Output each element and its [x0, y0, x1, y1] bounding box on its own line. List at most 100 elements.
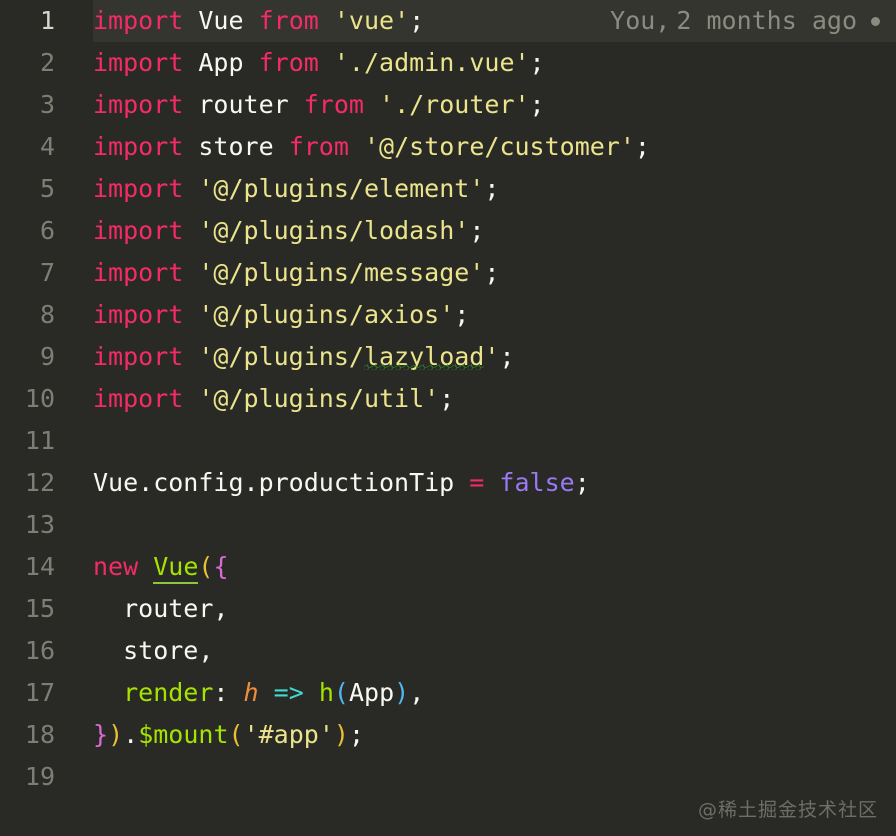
token-identifier: Vue — [198, 6, 244, 35]
code-line[interactable]: 10 import '@/plugins/util'; — [0, 378, 896, 420]
token-class-vue[interactable]: Vue — [153, 552, 199, 584]
line-content[interactable]: router, — [93, 588, 896, 630]
line-number[interactable]: 10 — [0, 378, 93, 420]
line-number[interactable]: 5 — [0, 168, 93, 210]
code-line[interactable]: 14 new Vue({ — [0, 546, 896, 588]
line-number[interactable]: 12 — [0, 462, 93, 504]
code-line[interactable]: 13 — [0, 504, 896, 546]
line-content[interactable]: Vue.config.productionTip = false; — [93, 462, 896, 504]
token-keyword-import: import — [93, 48, 184, 77]
code-line[interactable]: 15 router, — [0, 588, 896, 630]
line-number[interactable]: 2 — [0, 42, 93, 84]
line-number[interactable]: 17 — [0, 672, 93, 714]
code-lines-container: 1 import Vue from 'vue'; You, 2 months a… — [0, 0, 896, 836]
code-tokens: Vue.config.productionTip = false; — [93, 462, 590, 504]
token-constant-false: false — [499, 468, 575, 497]
line-number[interactable]: 3 — [0, 84, 93, 126]
code-tokens: import '@/plugins/lodash'; — [93, 210, 484, 252]
token-semicolon: ; — [484, 258, 500, 287]
code-line[interactable]: 3 import router from './router'; — [0, 84, 896, 126]
token-string: '@/plugins/axios' — [198, 300, 455, 329]
token-member-expression: Vue.config.productionTip — [93, 468, 455, 497]
line-number[interactable]: 7 — [0, 252, 93, 294]
line-number[interactable]: 1 — [0, 0, 93, 42]
line-number[interactable]: 18 — [0, 714, 93, 756]
line-content[interactable]: import router from './router'; — [93, 84, 896, 126]
line-content[interactable]: import '@/plugins/element'; — [93, 168, 896, 210]
code-line[interactable]: 12 Vue.config.productionTip = false; — [0, 462, 896, 504]
line-content[interactable] — [93, 420, 896, 462]
code-line[interactable]: 1 import Vue from 'vue'; You, 2 months a… — [0, 0, 896, 42]
line-number[interactable]: 9 — [0, 336, 93, 378]
token-property-store: store, — [93, 636, 214, 665]
watermark: @稀土掘金技术社区 — [697, 799, 878, 821]
token-semicolon: ; — [454, 300, 470, 329]
line-content[interactable]: import Vue from 'vue'; You, 2 months ago… — [93, 0, 896, 42]
code-line[interactable]: 4 import store from '@/store/customer'; — [0, 126, 896, 168]
line-number[interactable]: 14 — [0, 546, 93, 588]
line-number[interactable]: 15 — [0, 588, 93, 630]
line-content[interactable]: render: h => h(App), — [93, 672, 896, 714]
line-content[interactable]: import '@/plugins/lazyload'; — [93, 336, 896, 378]
token-string-prefix: '@/plugins/ — [198, 342, 364, 371]
code-line[interactable]: 18 }).$mount('#app'); — [0, 714, 896, 756]
line-number[interactable]: 11 — [0, 420, 93, 462]
token-string: '@/plugins/element' — [198, 174, 485, 203]
line-number[interactable]: 16 — [0, 630, 93, 672]
line-content[interactable]: }).$mount('#app'); — [93, 714, 896, 756]
token-string: 'vue' — [333, 6, 410, 35]
code-line[interactable]: 19 — [0, 756, 896, 798]
code-line[interactable]: 17 render: h => h(App), — [0, 672, 896, 714]
token-property-render: render — [93, 678, 214, 707]
token-string: '@/plugins/message' — [198, 258, 485, 287]
line-number[interactable]: 6 — [0, 210, 93, 252]
code-tokens: import Vue from 'vue'; — [93, 0, 424, 42]
line-content[interactable] — [93, 504, 896, 546]
code-line[interactable]: 9 import '@/plugins/lazyload'; — [0, 336, 896, 378]
code-line[interactable]: 5 import '@/plugins/element'; — [0, 168, 896, 210]
line-number[interactable]: 13 — [0, 504, 93, 546]
token-keyword-import: import — [93, 342, 184, 371]
line-content[interactable]: import '@/plugins/axios'; — [93, 294, 896, 336]
token-keyword-import: import — [93, 300, 184, 329]
line-number[interactable]: 8 — [0, 294, 93, 336]
token-semicolon: ; — [574, 468, 590, 497]
line-number[interactable]: 4 — [0, 126, 93, 168]
line-content[interactable]: import '@/plugins/message'; — [93, 252, 896, 294]
token-string: '@/store/customer' — [363, 132, 635, 161]
line-number[interactable]: 19 — [0, 756, 93, 798]
token-string: '@/plugins/util' — [198, 384, 440, 413]
code-line[interactable]: 16 store, — [0, 630, 896, 672]
code-line[interactable]: 11 — [0, 420, 896, 462]
token-keyword-from: from — [258, 48, 319, 77]
code-line[interactable]: 6 import '@/plugins/lodash'; — [0, 210, 896, 252]
line-content[interactable]: new Vue({ — [93, 546, 896, 588]
token-semicolon: ; — [634, 132, 650, 161]
code-line[interactable]: 8 import '@/plugins/axios'; — [0, 294, 896, 336]
line-content[interactable]: store, — [93, 630, 896, 672]
token-semicolon: ; — [469, 216, 485, 245]
code-editor[interactable]: 1 import Vue from 'vue'; You, 2 months a… — [0, 0, 896, 836]
line-content[interactable]: import '@/plugins/util'; — [93, 378, 896, 420]
git-blame-dot-icon[interactable] — [871, 16, 880, 26]
line-content[interactable]: import store from '@/store/customer'; — [93, 126, 896, 168]
token-dot: . — [123, 720, 139, 749]
code-line[interactable]: 2 import App from './admin.vue'; — [0, 42, 896, 84]
token-string: '@/plugins/lodash' — [198, 216, 470, 245]
line-content[interactable] — [93, 756, 896, 798]
git-blame-annotation[interactable]: You, 2 months ago • You,2 months ago — [610, 0, 896, 42]
token-string: './router' — [379, 90, 530, 119]
line-content[interactable]: import '@/plugins/lodash'; — [93, 210, 896, 252]
code-line[interactable]: 7 import '@/plugins/message'; — [0, 252, 896, 294]
token-brace-open: { — [213, 552, 229, 581]
token-string-misspelled[interactable]: lazyload — [364, 342, 484, 371]
line-content[interactable]: import App from './admin.vue'; — [93, 42, 896, 84]
token-identifier: router — [198, 90, 289, 119]
